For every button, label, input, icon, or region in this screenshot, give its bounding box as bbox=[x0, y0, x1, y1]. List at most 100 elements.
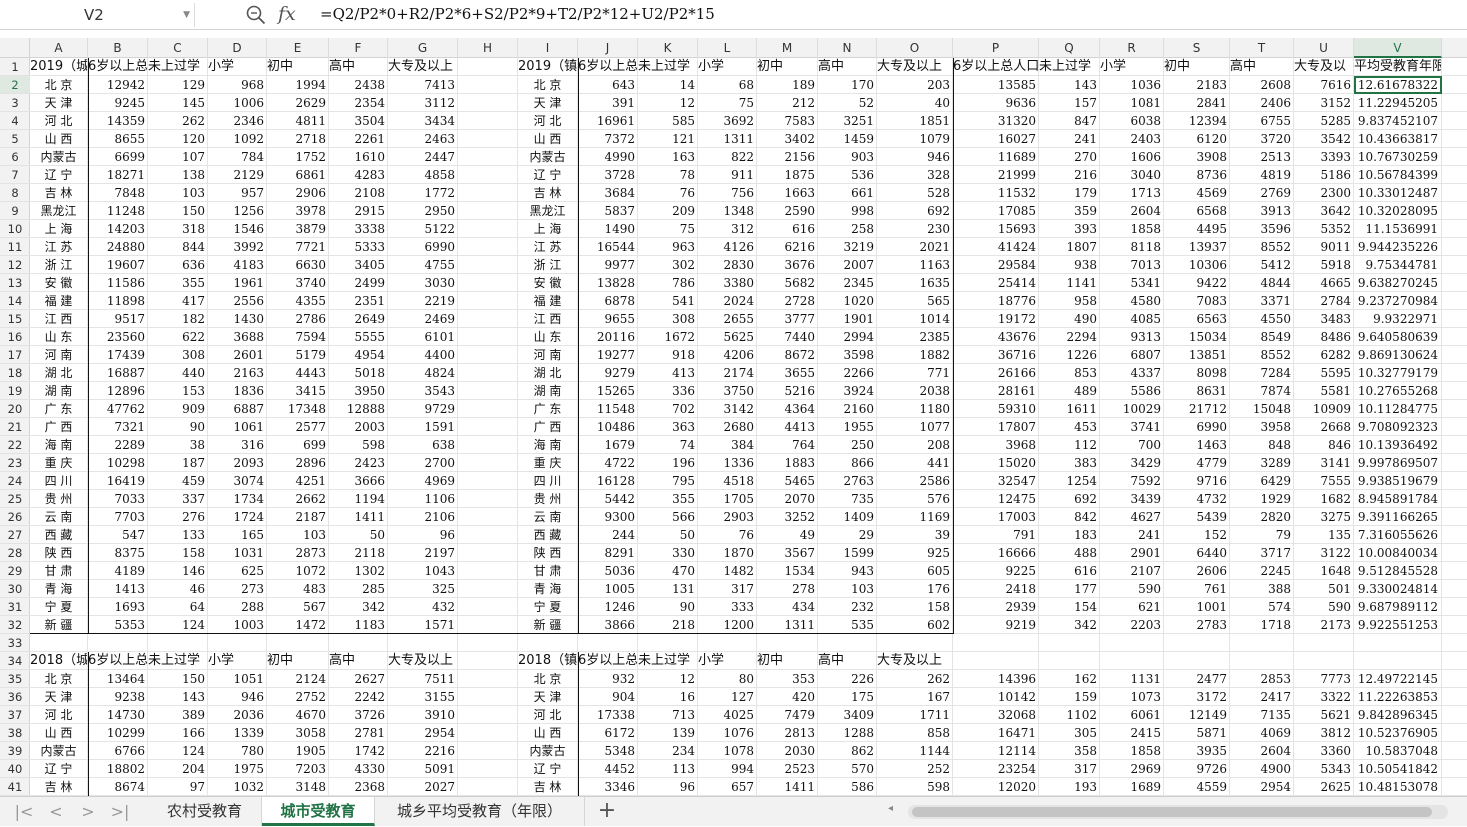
column-header-n[interactable]: N bbox=[818, 38, 877, 58]
cell-a41[interactable]: 吉 林 bbox=[30, 778, 88, 796]
cell-q41[interactable]: 193 bbox=[1039, 778, 1100, 796]
cell-l9[interactable]: 1348 bbox=[698, 202, 757, 220]
cell-u19[interactable]: 5581 bbox=[1294, 382, 1354, 400]
cell-n30[interactable]: 103 bbox=[818, 580, 877, 598]
cell-k36[interactable]: 16 bbox=[638, 688, 698, 706]
cell-u25[interactable]: 1682 bbox=[1294, 490, 1354, 508]
cell-j38[interactable]: 6172 bbox=[578, 724, 638, 742]
cell-d3[interactable]: 1006 bbox=[208, 94, 267, 112]
cell-e36[interactable]: 2752 bbox=[267, 688, 329, 706]
cell-h23[interactable] bbox=[458, 454, 518, 472]
cell-h28[interactable] bbox=[458, 544, 518, 562]
cell-d28[interactable]: 1031 bbox=[208, 544, 267, 562]
cell-s2[interactable]: 2183 bbox=[1164, 76, 1230, 94]
cell-q17[interactable]: 1226 bbox=[1039, 346, 1100, 364]
cell-c32[interactable]: 124 bbox=[148, 616, 208, 634]
cell-v40[interactable]: 10.50541842 bbox=[1354, 760, 1442, 778]
cell-i29[interactable]: 甘 肃 bbox=[518, 562, 578, 580]
cell-l18[interactable]: 2174 bbox=[698, 364, 757, 382]
cell-c9[interactable]: 150 bbox=[148, 202, 208, 220]
cell-t33[interactable] bbox=[1230, 634, 1294, 652]
column-header-p[interactable]: P bbox=[953, 38, 1039, 58]
cell-f12[interactable]: 3405 bbox=[329, 256, 388, 274]
cell-k39[interactable]: 234 bbox=[638, 742, 698, 760]
cell-s21[interactable]: 6990 bbox=[1164, 418, 1230, 436]
cell-b12[interactable]: 19607 bbox=[88, 256, 148, 274]
cell-h21[interactable] bbox=[458, 418, 518, 436]
cell-a25[interactable]: 贵 州 bbox=[30, 490, 88, 508]
cell-o30[interactable]: 176 bbox=[877, 580, 953, 598]
cell-r10[interactable]: 1858 bbox=[1100, 220, 1164, 238]
cell-m35[interactable]: 353 bbox=[757, 670, 818, 688]
cell-n13[interactable]: 2345 bbox=[818, 274, 877, 292]
cell-k40[interactable]: 113 bbox=[638, 760, 698, 778]
cell-c6[interactable]: 107 bbox=[148, 148, 208, 166]
cell-l19[interactable]: 3750 bbox=[698, 382, 757, 400]
cell-l17[interactable]: 4206 bbox=[698, 346, 757, 364]
cell-l11[interactable]: 4126 bbox=[698, 238, 757, 256]
cell-i28[interactable]: 陕 西 bbox=[518, 544, 578, 562]
cell-e9[interactable]: 3978 bbox=[267, 202, 329, 220]
cell-u37[interactable]: 5621 bbox=[1294, 706, 1354, 724]
row-header-25[interactable]: 25 bbox=[0, 490, 30, 508]
row-header-10[interactable]: 10 bbox=[0, 220, 30, 238]
cell-o27[interactable]: 39 bbox=[877, 526, 953, 544]
cell-m19[interactable]: 5216 bbox=[757, 382, 818, 400]
cell-f15[interactable]: 2649 bbox=[329, 310, 388, 328]
cell-g2[interactable]: 7413 bbox=[388, 76, 458, 94]
cell-b32[interactable]: 5353 bbox=[88, 616, 148, 634]
cell-r28[interactable]: 2901 bbox=[1100, 544, 1164, 562]
cell-r1[interactable]: 小学 bbox=[1100, 58, 1164, 76]
cell-p6[interactable]: 11689 bbox=[953, 148, 1039, 166]
cell-h12[interactable] bbox=[458, 256, 518, 274]
cell-f19[interactable]: 3950 bbox=[329, 382, 388, 400]
cell-l26[interactable]: 2903 bbox=[698, 508, 757, 526]
cell-i34[interactable]: 2018（镇 bbox=[518, 652, 578, 670]
cell-q37[interactable]: 1102 bbox=[1039, 706, 1100, 724]
cell-d41[interactable]: 1032 bbox=[208, 778, 267, 796]
cell-k6[interactable]: 163 bbox=[638, 148, 698, 166]
cell-g12[interactable]: 4755 bbox=[388, 256, 458, 274]
cell-s30[interactable]: 761 bbox=[1164, 580, 1230, 598]
cell-i30[interactable]: 青 海 bbox=[518, 580, 578, 598]
cell-r16[interactable]: 9313 bbox=[1100, 328, 1164, 346]
cell-g29[interactable]: 1043 bbox=[388, 562, 458, 580]
cell-q3[interactable]: 157 bbox=[1039, 94, 1100, 112]
cell-a35[interactable]: 北 京 bbox=[30, 670, 88, 688]
cell-a29[interactable]: 甘 肃 bbox=[30, 562, 88, 580]
cell-v5[interactable]: 10.43663817 bbox=[1354, 130, 1442, 148]
cell-k9[interactable]: 209 bbox=[638, 202, 698, 220]
cell-c15[interactable]: 182 bbox=[148, 310, 208, 328]
cell-m21[interactable]: 4413 bbox=[757, 418, 818, 436]
cell-s17[interactable]: 13851 bbox=[1164, 346, 1230, 364]
scrollbar-thumb[interactable] bbox=[912, 807, 1432, 817]
cell-d13[interactable]: 1961 bbox=[208, 274, 267, 292]
cell-l15[interactable]: 2655 bbox=[698, 310, 757, 328]
cell-m17[interactable]: 8672 bbox=[757, 346, 818, 364]
cell-j9[interactable]: 5837 bbox=[578, 202, 638, 220]
cell-k28[interactable]: 330 bbox=[638, 544, 698, 562]
cell-c3[interactable]: 145 bbox=[148, 94, 208, 112]
cell-j3[interactable]: 391 bbox=[578, 94, 638, 112]
cell-h2[interactable] bbox=[458, 76, 518, 94]
cell-b39[interactable]: 6766 bbox=[88, 742, 148, 760]
cell-j15[interactable]: 9655 bbox=[578, 310, 638, 328]
cell-h34[interactable] bbox=[458, 652, 518, 670]
cell-f5[interactable]: 2261 bbox=[329, 130, 388, 148]
cell-s8[interactable]: 4569 bbox=[1164, 184, 1230, 202]
cell-v24[interactable]: 9.938519679 bbox=[1354, 472, 1442, 490]
cell-g1[interactable]: 大专及以上 bbox=[388, 58, 458, 76]
row-header-3[interactable]: 3 bbox=[0, 94, 30, 112]
cell-p11[interactable]: 41424 bbox=[953, 238, 1039, 256]
cell-v29[interactable]: 9.512845528 bbox=[1354, 562, 1442, 580]
cell-j1[interactable]: 6岁以上总 bbox=[578, 58, 638, 76]
cell-v27[interactable]: 7.316055626 bbox=[1354, 526, 1442, 544]
cell-d35[interactable]: 1051 bbox=[208, 670, 267, 688]
cell-f30[interactable]: 285 bbox=[329, 580, 388, 598]
cell-t38[interactable]: 4069 bbox=[1230, 724, 1294, 742]
cell-j24[interactable]: 16128 bbox=[578, 472, 638, 490]
cell-u35[interactable]: 7773 bbox=[1294, 670, 1354, 688]
cell-o40[interactable]: 252 bbox=[877, 760, 953, 778]
cell-t8[interactable]: 2769 bbox=[1230, 184, 1294, 202]
cell-i31[interactable]: 宁 夏 bbox=[518, 598, 578, 616]
